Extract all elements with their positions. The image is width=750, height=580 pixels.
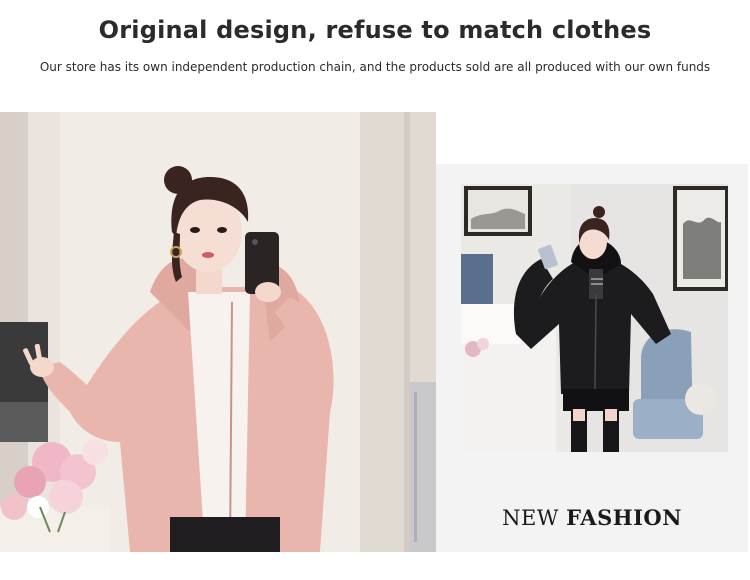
page-subtitle: Our store has its own independent produc… (39, 60, 711, 74)
caption-word-fashion: FASHION (566, 505, 682, 530)
caption-word-new: NEW (502, 506, 559, 530)
product-photo-black-coat (461, 184, 728, 452)
product-photo-pink-coat (0, 112, 436, 552)
new-fashion-caption: NEW FASHION (436, 505, 748, 530)
page-title: Original design, refuse to match clothes (98, 16, 652, 44)
